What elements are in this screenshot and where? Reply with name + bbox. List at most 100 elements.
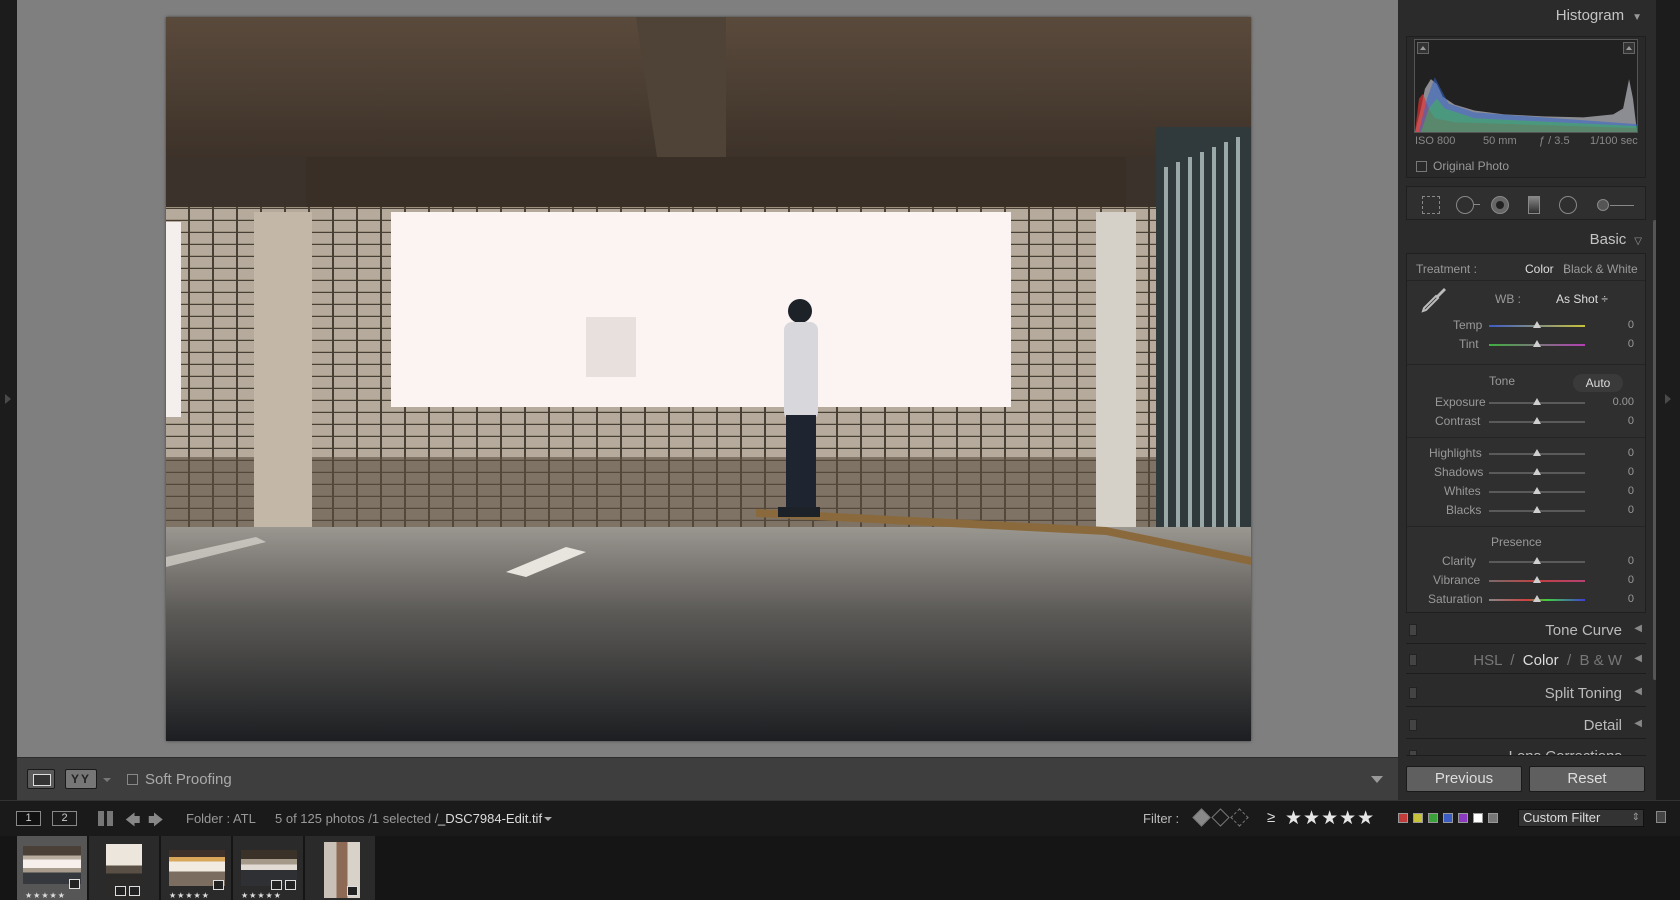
before-after-dropdown-icon[interactable] [103,778,111,782]
crop-tool-icon[interactable] [1422,196,1440,214]
color-label-filter-3[interactable] [1428,813,1438,823]
panel-switch[interactable] [1409,624,1417,636]
loupe-view-button[interactable] [27,769,55,789]
contrast-value[interactable]: 0 [1594,415,1634,427]
red-eye-tool-icon[interactable] [1491,196,1509,214]
photo-preview[interactable] [166,17,1251,741]
highlights-slider[interactable] [1489,449,1585,456]
treatment-color-option[interactable]: Color [1525,262,1554,276]
tab-color[interactable]: Color [1523,652,1559,669]
tab-bw[interactable]: B & W [1579,652,1622,669]
tint-value[interactable]: 0 [1594,338,1634,350]
slider-thumb[interactable] [1533,468,1541,475]
saturation-slider[interactable] [1489,595,1585,602]
filmstrip-thumb-5[interactable] [305,836,375,900]
right-panel-toggle[interactable] [1656,0,1680,800]
filmstrip-thumb-2[interactable] [89,836,159,900]
spot-removal-tool-icon[interactable] [1456,196,1480,214]
primary-display-button[interactable]: 1 [16,811,41,826]
blacks-slider[interactable] [1489,506,1585,513]
reset-button[interactable]: Reset [1529,766,1645,792]
exposure-slider[interactable] [1489,398,1585,405]
basic-header[interactable]: Basic ▽ [1590,231,1642,248]
histogram-graph[interactable] [1414,39,1638,133]
temp-value[interactable]: 0 [1594,319,1634,331]
exposure-value[interactable]: 0.00 [1594,396,1634,408]
treatment-bw-option[interactable]: Black & White [1563,262,1638,276]
filename-dropdown-icon[interactable] [544,817,552,821]
graduated-filter-tool-icon[interactable] [1528,196,1540,214]
secondary-display-button[interactable]: 2 [52,811,77,826]
toolbar-menu-icon[interactable] [1371,776,1383,783]
grid-view-icon[interactable] [98,811,114,826]
soft-proofing-checkbox[interactable] [127,774,138,785]
filmstrip-thumb-1[interactable]: ★★★★★ [17,836,87,900]
previous-arrow-icon[interactable]: 🡄 [125,810,141,835]
blacks-value[interactable]: 0 [1594,504,1634,516]
shadow-clipping-button[interactable] [1417,42,1429,54]
contrast-slider[interactable] [1489,417,1585,424]
color-label-filter-4[interactable] [1443,813,1453,823]
detail-panel-header[interactable]: Detail ◀ [1406,711,1646,739]
auto-tone-button[interactable]: Auto [1573,374,1623,392]
tint-slider[interactable] [1489,340,1585,347]
folder-source-label[interactable]: Folder : ATL [186,811,256,826]
lens-corrections-panel-header[interactable]: Lens Corrections [1406,742,1646,756]
next-arrow-icon[interactable]: 🡆 [148,810,164,835]
filmstrip-thumb-4[interactable]: ★★★★★ [233,836,303,900]
slider-thumb[interactable] [1533,398,1541,405]
slider-thumb[interactable] [1533,595,1541,602]
rating-filter-stars[interactable]: ★★★★★ [1285,807,1375,830]
panel-switch[interactable] [1409,750,1417,755]
slider-thumb[interactable] [1533,557,1541,564]
shadows-slider[interactable] [1489,468,1585,475]
slider-thumb[interactable] [1533,487,1541,494]
split-toning-panel-header[interactable]: Split Toning ◀ [1406,679,1646,707]
unflagged-filter-icon[interactable] [1211,808,1230,827]
panel-switch[interactable] [1409,654,1417,666]
shadows-value[interactable]: 0 [1594,466,1634,478]
rejected-filter-icon[interactable] [1230,808,1249,827]
left-panel-toggle[interactable] [0,0,17,800]
filter-lock-icon[interactable] [1656,811,1666,823]
eyedropper-icon[interactable] [1418,284,1450,316]
panel-switch[interactable] [1409,719,1417,731]
slider-thumb[interactable] [1533,321,1541,328]
histogram-header[interactable]: Histogram ▼ [1556,7,1642,24]
custom-filter-select[interactable]: Custom Filter [1518,809,1644,827]
temp-slider[interactable] [1489,321,1585,328]
rating-operator[interactable]: ≥ [1267,809,1275,826]
slider-thumb[interactable] [1533,506,1541,513]
wb-dropdown[interactable]: As Shot ÷ [1556,292,1608,306]
tone-curve-panel-header[interactable]: Tone Curve ◀ [1406,616,1646,644]
color-label-filter-2[interactable] [1413,813,1423,823]
panel-switch[interactable] [1409,687,1417,699]
slider-thumb[interactable] [1533,340,1541,347]
clarity-slider[interactable] [1489,557,1585,564]
vibrance-value[interactable]: 0 [1594,574,1634,586]
color-label-filter-7[interactable] [1488,813,1498,823]
whites-value[interactable]: 0 [1594,485,1634,497]
whites-slider[interactable] [1489,487,1585,494]
adjustment-brush-tool-icon[interactable] [1597,199,1634,211]
highlight-clipping-button[interactable] [1623,42,1635,54]
color-label-filter-5[interactable] [1458,813,1468,823]
filmstrip-thumb-3[interactable]: ★★★★★ [161,836,231,900]
hsl-panel-header[interactable]: HSL / Color / B & W ◀ [1406,646,1646,674]
clarity-value[interactable]: 0 [1594,555,1634,567]
color-label-filter-6[interactable] [1473,813,1483,823]
highlights-value[interactable]: 0 [1594,447,1634,459]
tab-hsl[interactable]: HSL [1473,652,1502,669]
slider-thumb[interactable] [1533,417,1541,424]
slider-thumb[interactable] [1533,576,1541,583]
vibrance-slider[interactable] [1489,576,1585,583]
previous-button[interactable]: Previous [1406,766,1522,792]
radial-filter-tool-icon[interactable] [1559,196,1577,214]
color-label-filter-1[interactable] [1398,813,1408,823]
before-after-button[interactable]: YY [65,769,97,789]
flagged-filter-icon[interactable] [1192,808,1211,827]
filename-label[interactable]: _DSC7984-Edit.tif [438,811,542,826]
original-photo-checkbox[interactable] [1416,161,1427,172]
slider-thumb[interactable] [1533,449,1541,456]
saturation-value[interactable]: 0 [1594,593,1634,605]
